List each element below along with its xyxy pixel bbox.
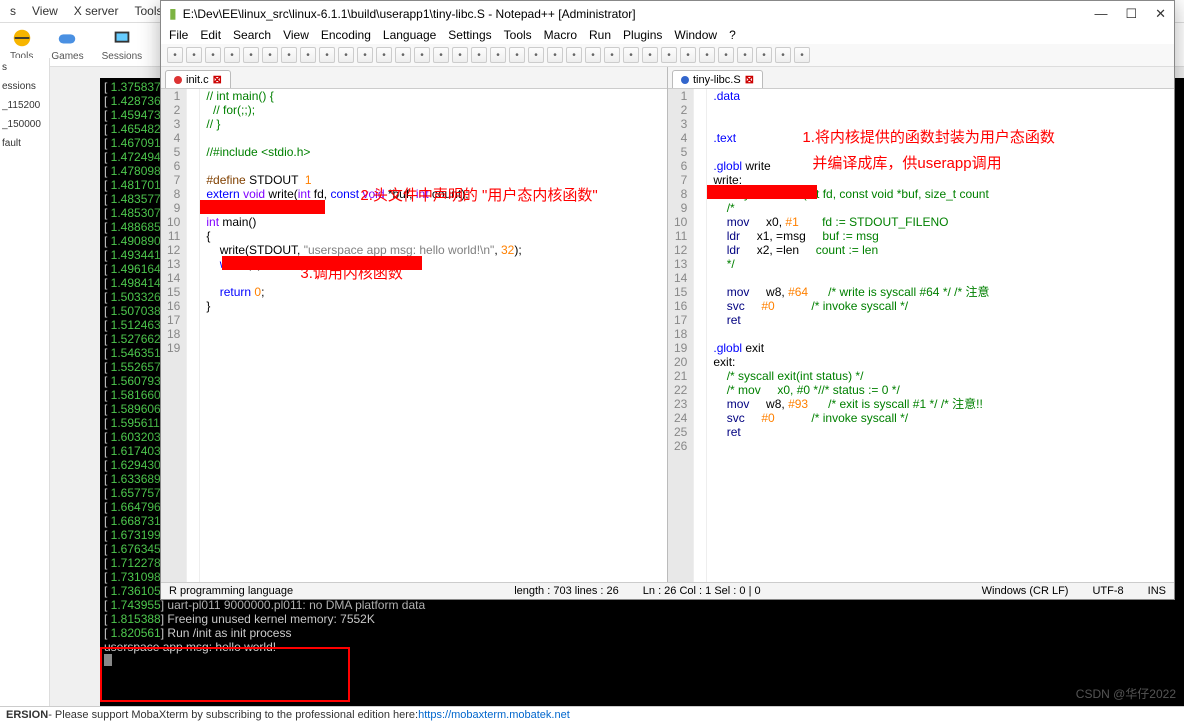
toolbar-icon[interactable]: •	[319, 47, 335, 63]
npp-menu-item[interactable]: Search	[233, 28, 271, 42]
toolbar-icon[interactable]: •	[509, 47, 525, 63]
tools-icon[interactable]: Tools	[10, 27, 33, 62]
toolbar-icon[interactable]: •	[756, 47, 772, 63]
toolbar-icon[interactable]: •	[566, 47, 582, 63]
status-enc: UTF-8	[1092, 585, 1123, 597]
npp-title-text: E:\Dev\EE\linux_src\linux-6.1.1\build\us…	[183, 7, 636, 21]
right-editor[interactable]: 1234567891011121314151617181920212223242…	[668, 89, 1174, 582]
moba-menu-item[interactable]: View	[32, 4, 58, 18]
status-lang: R programming language	[169, 585, 293, 597]
toolbar-icon[interactable]: •	[471, 47, 487, 63]
side-item[interactable]: essions	[2, 81, 47, 92]
notepadpp-window: ▮ E:\Dev\EE\linux_src\linux-6.1.1\build\…	[160, 0, 1175, 600]
npp-title-bar: ▮ E:\Dev\EE\linux_src\linux-6.1.1\build\…	[161, 1, 1174, 26]
npp-menu-bar: File Edit Search View Encoding Language …	[161, 26, 1174, 44]
npp-app-icon: ▮	[169, 5, 177, 22]
npp-menu-item[interactable]: Encoding	[321, 28, 371, 42]
npp-menu-item[interactable]: Window	[674, 28, 717, 42]
side-item[interactable]: _115200	[2, 100, 47, 111]
npp-menu-item[interactable]: Run	[589, 28, 611, 42]
toolbar-icon[interactable]: •	[775, 47, 791, 63]
side-item[interactable]: s	[2, 62, 47, 73]
npp-toolbar: ••••••••••••••••••••••••••••••••••	[161, 44, 1174, 67]
close-icon[interactable]: ⊠	[213, 73, 222, 86]
side-item[interactable]: fault	[2, 138, 47, 149]
status-length: length : 703 lines : 26	[514, 585, 619, 597]
toolbar-icon[interactable]: •	[680, 47, 696, 63]
npp-menu-item[interactable]: Tools	[504, 28, 532, 42]
sessions-icon[interactable]: Sessions	[102, 27, 143, 62]
toolbar-icon[interactable]: •	[205, 47, 221, 63]
npp-menu-item[interactable]: Settings	[448, 28, 491, 42]
toolbar-icon[interactable]: •	[794, 47, 810, 63]
toolbar-icon[interactable]: •	[585, 47, 601, 63]
npp-status-bar: R programming language length : 703 line…	[161, 582, 1174, 599]
toolbar-icon[interactable]: •	[623, 47, 639, 63]
watermark: CSDN @华仔2022	[1076, 685, 1176, 702]
npp-menu-item[interactable]: File	[169, 28, 188, 42]
toolbar-icon[interactable]: •	[167, 47, 183, 63]
moba-menu-item[interactable]: s	[10, 4, 16, 18]
footer-text: - Please support MobaXterm by subscribin…	[48, 709, 418, 721]
toolbar-icon[interactable]: •	[718, 47, 734, 63]
toolbar-icon[interactable]: •	[433, 47, 449, 63]
npp-menu-item[interactable]: Edit	[200, 28, 221, 42]
toolbar-icon[interactable]: •	[243, 47, 259, 63]
moba-sidebar: s essions _115200 _150000 fault	[0, 58, 50, 706]
toolbar-icon[interactable]: •	[737, 47, 753, 63]
right-editor-pane: tiny-libc.S⊠ 123456789101112131415161718…	[668, 67, 1174, 582]
toolbar-icon[interactable]: •	[186, 47, 202, 63]
toolbar-icon[interactable]: •	[338, 47, 354, 63]
games-icon[interactable]: Games	[51, 27, 83, 62]
toolbar-icon[interactable]: •	[357, 47, 373, 63]
toolbar-icon[interactable]: •	[300, 47, 316, 63]
close-icon[interactable]: ⊠	[745, 73, 754, 86]
maximize-button[interactable]: ☐	[1125, 6, 1137, 22]
status-ins: INS	[1148, 585, 1166, 597]
toolbar-icon[interactable]: •	[661, 47, 677, 63]
toolbar-icon[interactable]: •	[224, 47, 240, 63]
npp-menu-item[interactable]: View	[283, 28, 309, 42]
toolbar-icon[interactable]: •	[528, 47, 544, 63]
toolbar-icon[interactable]: •	[262, 47, 278, 63]
minimize-button[interactable]: —	[1094, 6, 1107, 22]
npp-menu-item[interactable]: ?	[729, 28, 736, 42]
toolbar-icon[interactable]: •	[281, 47, 297, 63]
moba-menu-item[interactable]: Tools	[134, 4, 162, 18]
npp-menu-item[interactable]: Plugins	[623, 28, 662, 42]
toolbar-icon[interactable]: •	[414, 47, 430, 63]
close-button[interactable]: ✕	[1155, 6, 1166, 22]
moba-footer: ERSION - Please support MobaXterm by sub…	[0, 706, 1184, 722]
npp-menu-item[interactable]: Language	[383, 28, 436, 42]
side-item[interactable]: _150000	[2, 119, 47, 130]
toolbar-icon[interactable]: •	[699, 47, 715, 63]
npp-menu-item[interactable]: Macro	[544, 28, 577, 42]
toolbar-icon[interactable]: •	[452, 47, 468, 63]
tab-tiny-libc[interactable]: tiny-libc.S⊠	[672, 70, 763, 88]
moba-menu-item[interactable]: X server	[74, 4, 119, 18]
toolbar-icon[interactable]: •	[490, 47, 506, 63]
footer-version: ERSION	[6, 709, 48, 721]
tab-init-c[interactable]: init.c⊠	[165, 70, 231, 88]
status-eol: Windows (CR LF)	[982, 585, 1069, 597]
toolbar-icon[interactable]: •	[395, 47, 411, 63]
status-pos: Ln : 26 Col : 1 Sel : 0 | 0	[643, 585, 761, 597]
left-editor-pane: init.c⊠ 12345678910111213141516171819 //…	[161, 67, 668, 582]
toolbar-icon[interactable]: •	[376, 47, 392, 63]
toolbar-icon[interactable]: •	[604, 47, 620, 63]
toolbar-icon[interactable]: •	[642, 47, 658, 63]
footer-link[interactable]: https://mobaxterm.mobatek.net	[418, 709, 570, 721]
toolbar-icon[interactable]: •	[547, 47, 563, 63]
left-editor[interactable]: 12345678910111213141516171819 // int mai…	[161, 89, 667, 582]
